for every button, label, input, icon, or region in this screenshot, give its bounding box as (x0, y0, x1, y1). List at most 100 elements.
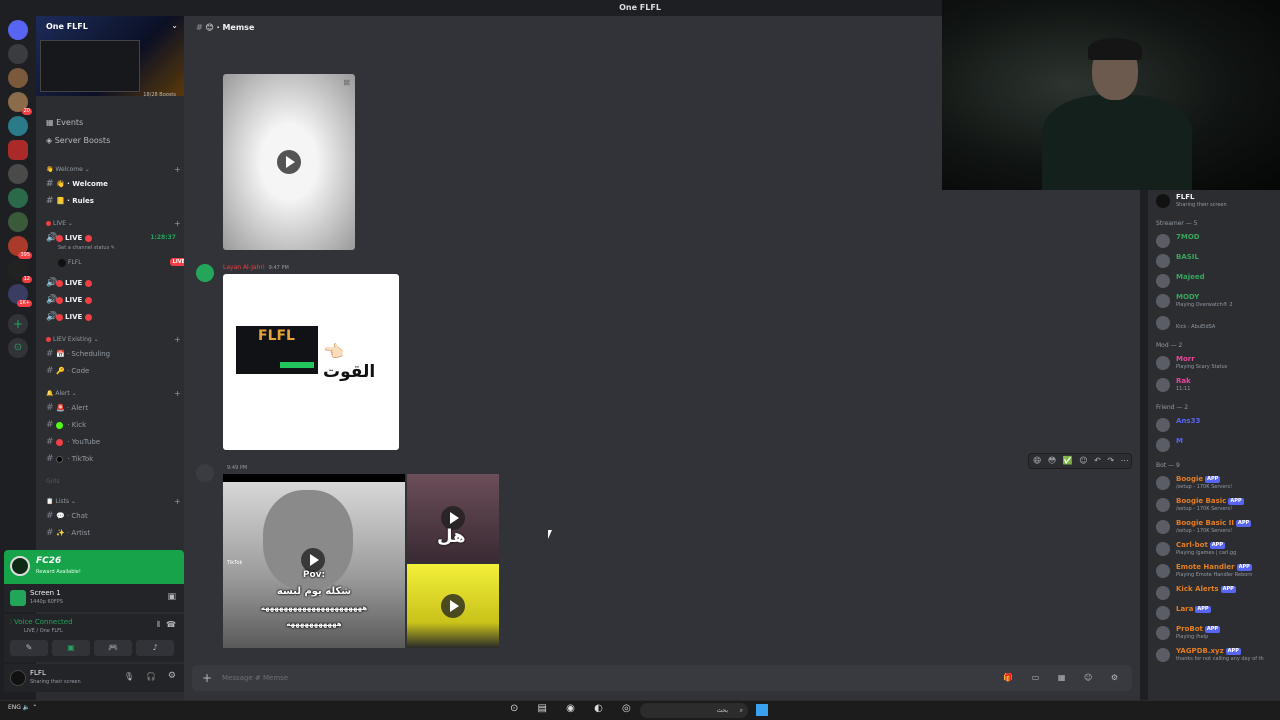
add-channel-icon[interactable]: + (174, 389, 181, 398)
events-link[interactable]: ▦ Events (46, 118, 83, 127)
member-item[interactable]: M (1156, 436, 1280, 456)
camera-icon[interactable]: ✎ (10, 640, 48, 656)
headphones-icon[interactable]: 🎧 (146, 672, 156, 681)
channel-code[interactable]: # 🔑 · Code (46, 364, 182, 378)
member-item[interactable]: Boogie Basic APP/setup - 170K Servers! (1156, 496, 1280, 516)
share-screen-icon[interactable]: ▣ (52, 640, 90, 656)
member-item[interactable]: BASIL (1156, 252, 1280, 272)
member-item[interactable]: FLFL Sharing their screen (1156, 192, 1280, 212)
channel-chat[interactable]: # 💬 · Chat (46, 509, 182, 523)
member-item[interactable]: 7MOD (1156, 232, 1280, 252)
expand-icon[interactable]: ⊠ (343, 78, 350, 87)
member-item[interactable]: Carl-bot APP Playing /games | carl.gg (1156, 540, 1280, 560)
tiktok-video[interactable]: TikTok Pov: شكله يوم لبسه هههههههههههههه… (223, 474, 405, 648)
category-lists[interactable]: 📋 Lists ⌄ + (46, 497, 181, 506)
voice-channel-live-3[interactable]: 🔊 LIVE (46, 293, 182, 307)
member-item[interactable]: Boogie APP/setup - 170K Servers! (1156, 474, 1280, 494)
member-item[interactable]: YAGPDB.xyz APP thanks for not calling any … (1156, 646, 1280, 666)
image-attachment[interactable]: FLFL 👈🏻 القوت (223, 274, 399, 450)
channel-youtube[interactable]: # · YouTube (46, 435, 182, 449)
add-attachment-icon[interactable]: + (202, 665, 212, 691)
stop-stream-icon[interactable]: ▣ (167, 592, 176, 602)
voice-channel-live-4[interactable]: 🔊 LIVE (46, 310, 182, 324)
server-icon[interactable]: 1K+ (8, 284, 32, 307)
tray-left[interactable]: ENG 🔈 ⌃ (8, 704, 37, 711)
member-item[interactable]: Majeed (1156, 272, 1280, 292)
member-item[interactable]: Ans33 (1156, 416, 1280, 436)
reaction-icons[interactable]: 😄 😳 ✅ ☺ ↶ ↷ ⋯ (1033, 456, 1131, 465)
channel-artist[interactable]: # ✨ · Artist (46, 526, 182, 540)
server-icon[interactable] (8, 116, 28, 136)
server-icon[interactable] (8, 44, 28, 64)
message-composer[interactable]: + Message # Memse 🎁 ▭ ▦ ☺ ⚙ (192, 665, 1132, 691)
discover-icon[interactable]: ⊙ (8, 338, 28, 358)
member-name-row: M (1176, 437, 1183, 445)
server-icon[interactable] (8, 212, 28, 232)
member-item[interactable]: Kick : AbuEldSA (1156, 314, 1280, 334)
category-label: LIEV Existing (53, 336, 92, 343)
category-welcome[interactable]: 👋 Welcome ⌄ + (46, 165, 181, 174)
member-item[interactable]: Lara APP (1156, 604, 1280, 624)
server-icon[interactable] (8, 164, 28, 184)
channel-rules[interactable]: # 📒 · Rules (46, 194, 182, 208)
server-icon[interactable]: 395 (8, 236, 32, 259)
channel-kick[interactable]: # · Kick (46, 418, 182, 432)
tiktok-video[interactable]: هل (407, 474, 499, 562)
voice-channel-live-2[interactable]: 🔊 LIVE (46, 276, 182, 290)
add-channel-icon[interactable]: + (174, 335, 181, 344)
add-channel-icon[interactable]: + (174, 219, 181, 228)
avatar[interactable] (196, 464, 214, 482)
calendar-icon: ▦ (46, 118, 57, 127)
settings-gear-icon[interactable]: ⚙ (168, 671, 176, 681)
channel-status[interactable]: Set a channel status ✎ (58, 241, 184, 255)
category-liev-existing[interactable]: LIEV Existing ⌄ + (46, 335, 181, 344)
microphone-icon[interactable]: 🎙 (124, 672, 134, 681)
tiktok-video[interactable] (407, 564, 499, 648)
avatar[interactable] (10, 670, 26, 686)
windows-start-icon[interactable] (756, 704, 768, 716)
play-icon[interactable] (441, 594, 465, 618)
server-icon[interactable] (8, 68, 28, 88)
channel-welcome[interactable]: # 👋 · Welcome (46, 177, 182, 191)
composer-icons[interactable]: 🎁 ▭ ▦ ☺ ⚙ (1003, 665, 1126, 691)
server-banner[interactable]: One FLFL ⌄ 18/28 Boosts (36, 16, 184, 98)
play-icon[interactable] (301, 548, 325, 572)
avatar[interactable] (196, 264, 214, 282)
channel-alert[interactable]: # 🚨 · Alert (46, 401, 182, 415)
channel-scheduling[interactable]: # 📅 · Scheduling (46, 347, 182, 361)
video-attachment[interactable]: ⊠ (223, 74, 355, 250)
message-actions-bar[interactable]: 😄 😳 ✅ ☺ ↶ ↷ ⋯ (1028, 453, 1132, 469)
member-item[interactable]: Kick Alerts APP (1156, 584, 1280, 604)
chevron-down-icon[interactable]: ⌄ (171, 21, 178, 30)
disconnect-icon[interactable]: ☎ (166, 620, 176, 629)
activity-icon[interactable]: 🎮 (94, 640, 132, 656)
member-item[interactable]: Rak 11:11 (1156, 376, 1280, 396)
add-server-icon[interactable]: + (8, 314, 28, 334)
member-item[interactable]: Emote Handler APP Playing Emote Handler Re… (1156, 562, 1280, 582)
category-alert[interactable]: 🔔 Alert ⌄ + (46, 389, 181, 398)
taskbar-search[interactable]: بحث ⌕ (640, 703, 748, 718)
member-item[interactable]: MODY Playing Overwatch® 2 (1156, 292, 1280, 312)
soundboard-icon[interactable]: ♪ (136, 640, 174, 656)
channel-tiktok[interactable]: # · TikTok (46, 452, 182, 466)
member-item[interactable]: Morr Playing Scary Status (1156, 354, 1280, 374)
game-reward-panel[interactable]: FC26 Reward Available! (4, 550, 184, 584)
noise-suppression-icon[interactable]: ⦀ (156, 620, 160, 630)
add-channel-icon[interactable]: + (174, 497, 181, 506)
member-item[interactable]: Boogie Basic II APP/setup - 170K Servers! (1156, 518, 1280, 538)
message-author[interactable]: Layan Al-Jahri (223, 264, 265, 271)
server-boosts-link[interactable]: ◈ Server Boosts (46, 136, 110, 145)
server-icon[interactable]: 20 (8, 92, 32, 115)
voice-user-flfl[interactable]: FLFL LIVE (58, 256, 184, 270)
member-group-header: Friend — 2 (1156, 404, 1189, 411)
member-status: Sharing their screen (1176, 202, 1227, 208)
member-item[interactable]: ProBot APP Playing /help (1156, 624, 1280, 644)
server-icon[interactable] (8, 188, 28, 208)
server-icon-active[interactable] (8, 140, 28, 160)
discord-home-icon[interactable] (8, 20, 28, 40)
play-icon[interactable] (277, 150, 301, 174)
category-girls[interactable]: Girls (46, 478, 60, 485)
category-live[interactable]: LIVE ⌄ + (46, 219, 181, 228)
server-icon[interactable]: 12 (8, 260, 32, 283)
add-channel-icon[interactable]: + (174, 165, 181, 174)
